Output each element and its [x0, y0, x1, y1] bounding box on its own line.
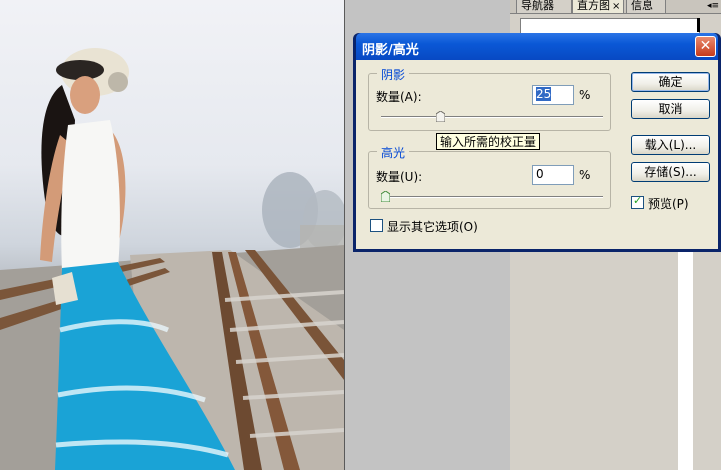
- shadows-group-title: 阴影: [377, 66, 410, 83]
- shadows-amount-value: 25: [536, 87, 552, 101]
- highlights-amount-value: 0: [536, 167, 544, 181]
- highlights-group-title: 高光: [377, 144, 410, 161]
- tab-histogram[interactable]: 直方图 ×: [572, 0, 624, 14]
- load-button[interactable]: 载入(L)...: [631, 135, 710, 155]
- highlights-amount-input[interactable]: 0: [532, 165, 574, 185]
- shadows-percent-label: %: [579, 88, 591, 102]
- highlights-group: 高光 数量(U): 0 %: [368, 144, 611, 209]
- dialog-title: 阴影/高光: [362, 43, 419, 58]
- tab-info[interactable]: 信息: [626, 0, 666, 14]
- close-tab-icon[interactable]: ×: [612, 1, 620, 12]
- dialog-titlebar[interactable]: 阴影/高光 ✕: [356, 33, 718, 60]
- photo-canvas[interactable]: [0, 0, 344, 470]
- ok-button[interactable]: 确定: [631, 72, 710, 92]
- checkmark-icon: ✓: [633, 194, 643, 207]
- shadows-amount-input[interactable]: 25: [532, 85, 574, 105]
- shadows-amount-label: 数量(A):: [376, 90, 422, 104]
- panel-lower-edge: [693, 248, 721, 470]
- panel-menu-icon[interactable]: ◂≡: [705, 0, 721, 14]
- cancel-button[interactable]: 取消: [631, 99, 710, 119]
- shadows-group: 阴影 数量(A): 25 %: [368, 66, 611, 131]
- panel-lower-area: [678, 248, 693, 470]
- photo-image: [0, 48, 344, 470]
- tab-navigator[interactable]: 导航器: [516, 0, 572, 14]
- shadow-highlight-dialog: 阴影/高光 ✕ 阴影 数量(A): 25 % 输入所需的校正量 高光 数量(U)…: [353, 33, 721, 252]
- tooltip: 输入所需的校正量: [436, 133, 541, 150]
- highlights-percent-label: %: [579, 168, 591, 182]
- shadows-slider-thumb[interactable]: [436, 111, 445, 122]
- highlights-slider-track[interactable]: [381, 196, 603, 198]
- histogram-area: [520, 18, 700, 34]
- close-icon[interactable]: ✕: [695, 36, 716, 57]
- tab-histogram-label: 直方图: [577, 0, 610, 12]
- preview-checkbox[interactable]: ✓: [631, 194, 644, 209]
- show-more-options-label[interactable]: 显示其它选项(O): [387, 218, 478, 235]
- save-button[interactable]: 存储(S)...: [631, 162, 710, 182]
- preview-label[interactable]: 预览(P): [648, 195, 689, 212]
- dialog-body: 阴影 数量(A): 25 % 输入所需的校正量 高光 数量(U): 0 % 确定…: [356, 60, 718, 249]
- show-more-options-checkbox[interactable]: [370, 219, 383, 232]
- shadows-slider-track[interactable]: [381, 116, 603, 118]
- highlights-slider-thumb[interactable]: [380, 191, 390, 202]
- scroll-marker: [697, 18, 700, 32]
- highlights-amount-label: 数量(U):: [376, 170, 423, 184]
- panel-tab-strip: 导航器 直方图 × 信息: [510, 0, 721, 14]
